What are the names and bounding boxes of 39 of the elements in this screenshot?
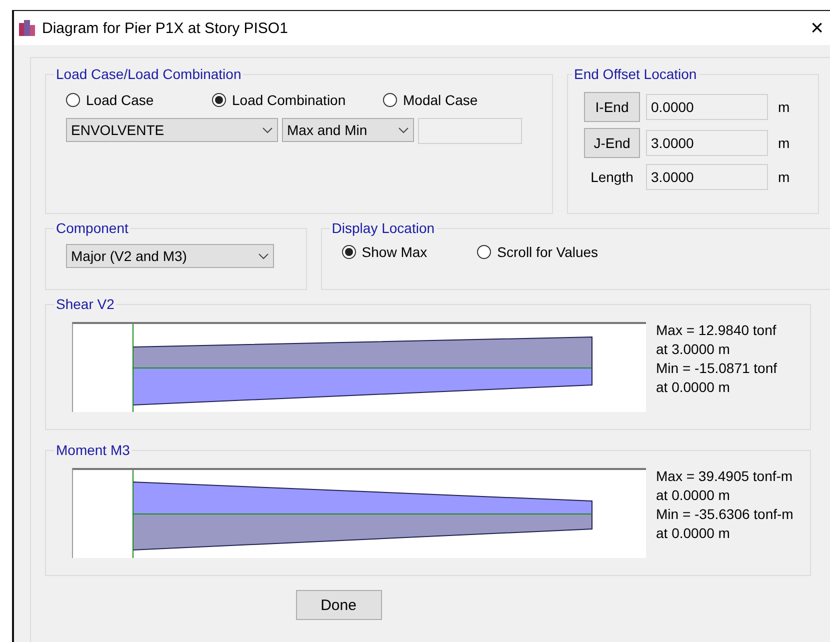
result-text: Min = -35.6306 tonf-m [656,506,794,522]
result-text: Max = 12.9840 tonf [656,322,778,338]
offset-field[interactable]: 3.0000 [646,130,768,156]
chevron-down-icon [398,126,409,134]
chevron-down-icon [262,126,273,134]
result-text: at 0.0000 m [656,525,731,541]
offset-field[interactable]: 3.0000 [646,164,768,190]
group-title: Display Location [330,220,436,236]
group-title: Component [55,220,130,236]
result-text: at 3.0000 m [656,341,731,357]
group-title: End Offset Location [573,66,698,82]
result-text: Max = 39.4905 tonf-m [656,468,794,484]
chevron-down-icon [258,252,269,260]
radio-option[interactable]: Show Max [342,244,428,260]
unit-label: m [778,135,790,151]
radio-option[interactable]: Modal Case [383,92,493,108]
done-button[interactable]: Done [296,590,382,620]
group-title: Shear V2 [55,296,116,312]
offset-button[interactable]: J-End [584,128,640,158]
component-dropdown[interactable]: Major (V2 and M3) [66,244,274,268]
unit-label: m [778,169,790,185]
result-text: at 0.0000 m [656,379,731,395]
result-text: Min = -15.0871 tonf [656,360,778,376]
radio-option[interactable]: Scroll for Values [477,244,598,260]
type-dropdown[interactable]: Max and Min [282,118,414,142]
group-title: Moment M3 [55,442,131,458]
building-icon [18,19,36,37]
input-field[interactable] [418,118,522,144]
offset-label: Length [590,169,634,185]
close-button[interactable]: × [802,15,830,41]
result-text: at 0.0000 m [656,487,731,503]
combination-dropdown[interactable]: ENVOLVENTE [66,118,278,142]
radio-option[interactable]: Load Combination [212,92,357,108]
offset-field[interactable]: 0.0000 [646,94,768,120]
window-title: Diagram for Pier P1X at Story PISO1 [42,20,289,36]
radio-option[interactable]: Load Case [66,92,186,108]
offset-button[interactable]: I-End [584,92,640,122]
unit-label: m [778,99,790,115]
group-title: Load Case/Load Combination [55,66,242,82]
